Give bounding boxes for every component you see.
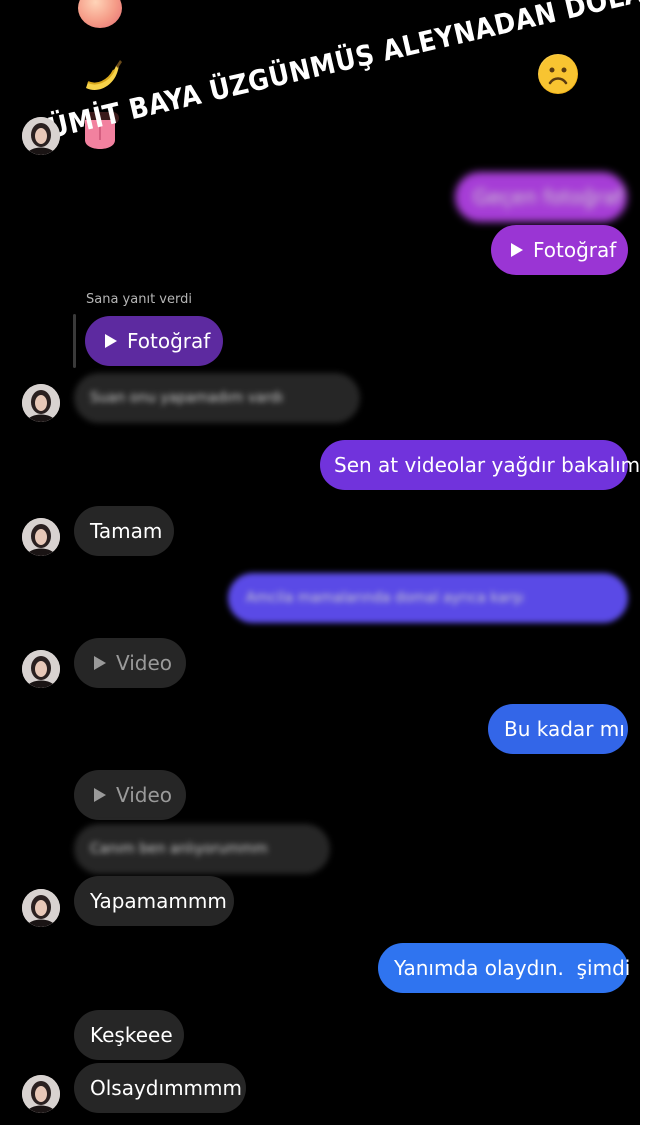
message-bubble-incoming[interactable]: Suan onu yapamadım vardı: [74, 373, 360, 423]
message-bubble-outgoing[interactable]: Amcila mamalarında domal ayrıca karşı: [228, 573, 628, 623]
contact-avatar[interactable]: [22, 889, 60, 927]
replied-photo-message[interactable]: Fotoğraf: [85, 316, 223, 366]
message-bubble-incoming[interactable]: Tamam: [74, 506, 174, 556]
avatar-image: [22, 650, 60, 688]
message-bubble-incoming[interactable]: Yapamammm: [74, 876, 234, 926]
message-bubble-incoming[interactable]: Canım ben anlıyorummm: [74, 824, 330, 874]
play-icon: [94, 788, 106, 802]
photo-message-outgoing[interactable]: Fotoğraf: [491, 225, 628, 275]
contact-avatar[interactable]: [22, 518, 60, 556]
avatar-image: [22, 1075, 60, 1113]
message-bubble-outgoing[interactable]: Yanımda olaydın. şimdi: [378, 943, 630, 993]
message-bubble-incoming[interactable]: Keşkeee: [74, 1010, 184, 1060]
message-bubble-outgoing[interactable]: Geçen fotoğraf: [455, 172, 627, 222]
contact-avatar[interactable]: [22, 650, 60, 688]
video-message-incoming[interactable]: Video: [74, 770, 186, 820]
play-icon: [105, 334, 117, 348]
contact-avatar[interactable]: [22, 1075, 60, 1113]
avatar-image: [22, 117, 60, 155]
chat-screen: ÜMİT BAYA ÜZGÜNMÜŞ ALEYNADAN DOLAYI Geçe…: [0, 0, 640, 1125]
message-bubble-outgoing[interactable]: Bu kadar mı: [488, 704, 628, 754]
message-bubble-incoming[interactable]: Olsaydımmmm: [74, 1063, 246, 1113]
avatar-image: [22, 384, 60, 422]
contact-avatar[interactable]: [22, 117, 60, 155]
play-icon: [94, 656, 106, 670]
play-icon: [511, 243, 523, 257]
message-bubble-outgoing[interactable]: Sen at videolar yağdır bakalım: [320, 440, 640, 490]
banana-emoji-icon: [86, 60, 122, 90]
avatar-image: [22, 889, 60, 927]
video-message-incoming[interactable]: Video: [74, 638, 186, 688]
avatar-image: [22, 518, 60, 556]
peach-emoji-icon: [78, 0, 122, 28]
contact-avatar[interactable]: [22, 384, 60, 422]
sad-face-emoji-icon: [538, 54, 578, 94]
reply-indicator-bar: [73, 314, 76, 368]
reply-label: Sana yanıt verdi: [86, 292, 192, 307]
